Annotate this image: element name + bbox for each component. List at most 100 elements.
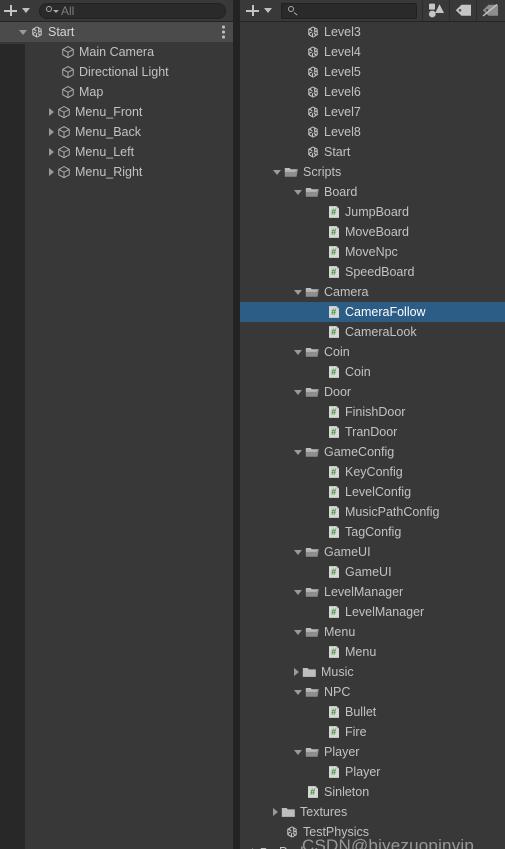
tree-row[interactable]: # JumpBoard — [240, 202, 505, 222]
tree-row[interactable]: # Bullet — [240, 702, 505, 722]
tree-row[interactable]: Menu_Front — [0, 102, 233, 122]
hierarchy-search-input[interactable]: All — [39, 2, 226, 19]
project-tree[interactable]: Level3 Level4 Level5 Level6 Level7 Level8 Star… — [240, 22, 505, 849]
tree-row[interactable]: Player — [240, 742, 505, 762]
csharp-script-icon: # — [327, 525, 341, 539]
tree-row[interactable]: # Coin — [240, 362, 505, 382]
unity-scene-icon — [30, 25, 44, 39]
expand-arrow-open-icon[interactable] — [19, 29, 27, 35]
tree-row[interactable]: # Menu — [240, 642, 505, 662]
panel-divider[interactable] — [233, 0, 240, 849]
tree-row-label: CameraFollow — [345, 305, 426, 319]
tree-row[interactable]: Coin — [240, 342, 505, 362]
hierarchy-add-button[interactable] — [2, 2, 32, 20]
tree-row[interactable]: Packages — [240, 842, 505, 849]
tree-row[interactable]: Menu — [240, 622, 505, 642]
tree-row-label: LevelManager — [345, 605, 425, 619]
tree-row-label: Level4 — [324, 45, 361, 59]
hierarchy-panel: All Start Main Camera Directional Light Map… — [0, 0, 233, 849]
tree-row[interactable]: # GameUI — [240, 562, 505, 582]
project-row-list: Level3 Level4 Level5 Level6 Level7 Level8 Star… — [240, 22, 505, 849]
chevron-down-icon — [22, 8, 30, 13]
tree-row[interactable]: Level4 — [240, 42, 505, 62]
tree-row[interactable]: Menu_Left — [0, 142, 233, 162]
expand-arrow-open-icon[interactable] — [294, 689, 302, 695]
expand-arrow-open-icon[interactable] — [294, 449, 302, 455]
scene-context-menu-button[interactable] — [222, 25, 225, 39]
tree-row-label: KeyConfig — [345, 465, 403, 479]
tree-row[interactable]: # LevelConfig — [240, 482, 505, 502]
expand-arrow-open-icon[interactable] — [294, 349, 302, 355]
expand-arrow-open-icon[interactable] — [294, 189, 302, 195]
expand-arrow-spacer — [315, 368, 324, 377]
tree-row[interactable]: Start — [240, 142, 505, 162]
tree-row[interactable]: # MusicPathConfig — [240, 502, 505, 522]
expand-arrow-closed-icon[interactable] — [49, 128, 54, 136]
chevron-down-icon — [264, 8, 272, 13]
tree-row[interactable]: # MoveNpc — [240, 242, 505, 262]
tree-row[interactable]: Door — [240, 382, 505, 402]
folder-open-icon — [305, 186, 320, 199]
expand-arrow-closed-icon[interactable] — [49, 108, 54, 116]
expand-arrow-spacer — [294, 128, 303, 137]
expand-arrow-open-icon[interactable] — [294, 389, 302, 395]
tree-row[interactable]: # MoveBoard — [240, 222, 505, 242]
expand-arrow-open-icon[interactable] — [294, 289, 302, 295]
expand-arrow-spacer — [315, 328, 324, 337]
tree-row[interactable]: # KeyConfig — [240, 462, 505, 482]
expand-arrow-open-icon[interactable] — [294, 549, 302, 555]
tree-row[interactable]: Main Camera — [0, 42, 233, 62]
hierarchy-tree[interactable]: Start Main Camera Directional Light Map Menu… — [0, 22, 233, 849]
project-search-input[interactable] — [281, 2, 417, 19]
tree-row[interactable]: TestPhysics — [240, 822, 505, 842]
expand-arrow-closed-icon[interactable] — [294, 668, 299, 676]
type-filter-icon[interactable] — [423, 0, 449, 22]
expand-arrow-spacer — [49, 68, 58, 77]
tree-row[interactable]: Music — [240, 662, 505, 682]
tree-row[interactable]: NPC — [240, 682, 505, 702]
tree-row[interactable]: GameUI — [240, 542, 505, 562]
tree-row[interactable]: # CameraLook — [240, 322, 505, 342]
plus-icon — [246, 4, 259, 17]
tree-row[interactable]: Level7 — [240, 102, 505, 122]
tree-row[interactable]: # TagConfig — [240, 522, 505, 542]
expand-arrow-open-icon[interactable] — [294, 749, 302, 755]
tree-row[interactable]: LevelManager — [240, 582, 505, 602]
tree-row[interactable]: Level8 — [240, 122, 505, 142]
tree-row[interactable]: # Player — [240, 762, 505, 782]
tree-row[interactable]: # Sinleton — [240, 782, 505, 802]
expand-arrow-closed-icon[interactable] — [49, 148, 54, 156]
svg-text:#: # — [331, 487, 336, 497]
expand-arrow-closed-icon[interactable] — [273, 808, 278, 816]
tree-row[interactable]: Board — [240, 182, 505, 202]
tree-row[interactable]: # SpeedBoard — [240, 262, 505, 282]
tree-row[interactable]: # FinishDoor — [240, 402, 505, 422]
tree-row[interactable]: GameConfig — [240, 442, 505, 462]
search-icon — [288, 5, 299, 16]
folder-open-icon — [305, 686, 320, 699]
tree-row[interactable]: Textures — [240, 802, 505, 822]
project-add-button[interactable] — [244, 2, 274, 20]
tree-row[interactable]: Level5 — [240, 62, 505, 82]
tree-row[interactable]: Map — [0, 82, 233, 102]
tree-row[interactable]: Menu_Back — [0, 122, 233, 142]
tree-row[interactable]: # Fire — [240, 722, 505, 742]
expand-arrow-open-icon[interactable] — [294, 589, 302, 595]
tree-row[interactable]: Scripts — [240, 162, 505, 182]
tree-row-label: LevelManager — [324, 585, 404, 599]
gameobject-icon — [57, 125, 71, 139]
tree-row[interactable]: Start — [0, 22, 233, 42]
expand-arrow-closed-icon[interactable] — [49, 168, 54, 176]
expand-arrow-open-icon[interactable] — [273, 169, 281, 175]
expand-arrow-open-icon[interactable] — [294, 629, 302, 635]
label-filter-icon[interactable] — [450, 0, 476, 22]
tree-row[interactable]: Camera — [240, 282, 505, 302]
tree-row[interactable]: Directional Light — [0, 62, 233, 82]
tree-row[interactable]: # TranDoor — [240, 422, 505, 442]
tree-row-selected[interactable]: # CameraFollow — [240, 302, 505, 322]
tree-row[interactable]: Menu_Right — [0, 162, 233, 182]
tree-row[interactable]: # LevelManager — [240, 602, 505, 622]
tree-row[interactable]: Level6 — [240, 82, 505, 102]
saved-search-filter-icon[interactable] — [477, 0, 503, 22]
tree-row[interactable]: Level3 — [240, 22, 505, 42]
